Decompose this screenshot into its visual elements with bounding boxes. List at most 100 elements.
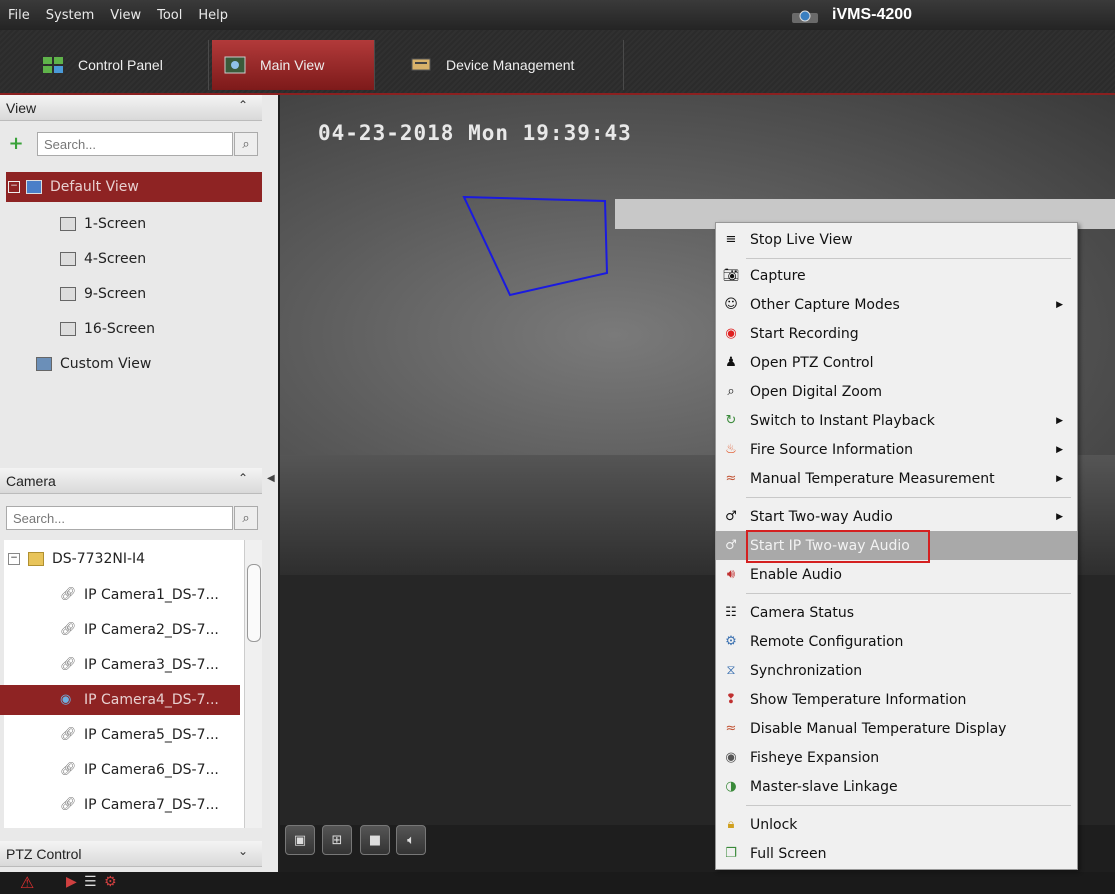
tree-item-label: 9-Screen xyxy=(84,286,147,302)
stop-all-icon[interactable]: ■ xyxy=(360,825,390,855)
menu-item-label: Enable Audio xyxy=(750,566,842,583)
log-icon[interactable]: ☰ xyxy=(84,874,97,890)
microphone-icon: ♂ xyxy=(725,509,737,524)
camera-online-icon: ◉ xyxy=(60,692,72,707)
view-grid-icon xyxy=(26,180,42,194)
playback-icon: ↻ xyxy=(725,413,737,428)
menu-separator xyxy=(746,805,1071,806)
menu-view[interactable]: View xyxy=(102,8,149,23)
tab-label: Main View xyxy=(260,57,325,73)
menu-item-disable-manual-temperature-display[interactable]: ≈ Disable Manual Temperature Display xyxy=(716,714,1077,743)
camera-item-2[interactable]: 🔗︎ IP Camera2_DS-7... xyxy=(60,615,240,645)
tree-item-default-view[interactable]: − Default View xyxy=(6,172,262,202)
menu-item-fisheye-expansion[interactable]: ◉ Fisheye Expansion xyxy=(716,743,1077,772)
camera-item-3[interactable]: 🔗︎ IP Camera3_DS-7... xyxy=(60,650,240,680)
camera-section-header[interactable]: Camera ⌃ xyxy=(0,468,262,494)
camera-offline-icon: 🔗︎ xyxy=(60,622,77,637)
event-icon[interactable]: ▶ xyxy=(66,874,77,890)
menu-item-remote-configuration[interactable]: ⚙ Remote Configuration xyxy=(716,627,1077,656)
camera-search-input[interactable]: Search... xyxy=(6,506,233,530)
menu-item-unlock[interactable]: 🔒︎ Unlock xyxy=(716,810,1077,839)
collapse-icon[interactable]: ⌃ xyxy=(238,98,248,112)
search-icon[interactable]: ⌕ xyxy=(234,506,258,530)
microphone-icon: ♂ xyxy=(725,538,737,553)
menu-item-switch-instant-playback[interactable]: ↻ Switch to Instant Playback ▶ xyxy=(716,406,1077,435)
menu-item-stop-live-view[interactable]: ≡ Stop Live View xyxy=(716,225,1077,254)
camera-tree-scrollbar[interactable] xyxy=(244,540,262,828)
menu-item-label: Start Recording xyxy=(750,325,859,342)
menu-item-fire-source-information[interactable]: ♨ Fire Source Information ▶ xyxy=(716,435,1077,464)
menu-item-synchronization[interactable]: ⧖ Synchronization xyxy=(716,656,1077,685)
fisheye-icon: ◉ xyxy=(725,750,737,765)
menu-item-capture[interactable]: 📷︎ Capture xyxy=(716,261,1077,290)
view-section-header[interactable]: View ⌃ xyxy=(0,95,262,121)
menu-item-label: Open Digital Zoom xyxy=(750,383,883,400)
settings-icon[interactable]: ⚙ xyxy=(104,874,117,890)
tree-item-4-screen[interactable]: 4-Screen xyxy=(60,244,260,274)
tree-item-device[interactable]: − DS-7732NI-I4 xyxy=(8,544,244,574)
ptz-section-header[interactable]: PTZ Control ⌄ xyxy=(0,841,262,867)
menu-item-open-ptz-control[interactable]: ♟ Open PTZ Control xyxy=(716,348,1077,377)
menu-item-label: Fisheye Expansion xyxy=(750,749,880,766)
camera-offline-icon: 🔗︎ xyxy=(60,587,77,602)
menu-item-master-slave-linkage[interactable]: ◑ Master-slave Linkage xyxy=(716,772,1077,801)
submenu-arrow-icon: ▶ xyxy=(1056,415,1063,426)
tree-item-9-screen[interactable]: 9-Screen xyxy=(60,279,260,309)
temperature-chart-icon: ≈ xyxy=(725,721,737,736)
camera-item-1[interactable]: 🔗︎ IP Camera1_DS-7... xyxy=(60,580,240,610)
mute-icon[interactable]: 🔈︎ xyxy=(396,825,426,855)
temperature-chart-icon: ≈ xyxy=(725,471,737,486)
tab-control-panel[interactable]: Control Panel xyxy=(30,40,209,90)
tree-item-1-screen[interactable]: 1-Screen xyxy=(60,209,260,239)
tab-main-view[interactable]: Main View xyxy=(212,40,375,90)
expand-icon[interactable]: ⌄ xyxy=(238,844,248,858)
collapse-icon[interactable]: ⌃ xyxy=(238,471,248,485)
collapse-toggle-icon[interactable]: − xyxy=(8,553,20,565)
add-view-icon[interactable]: + xyxy=(6,133,26,154)
tree-item-label: 4-Screen xyxy=(84,251,147,267)
alarm-icon[interactable]: ⚠ xyxy=(20,873,34,892)
tree-item-custom-view[interactable]: Custom View xyxy=(36,349,256,379)
camera-item-6[interactable]: 🔗︎ IP Camera6_DS-7... xyxy=(60,755,240,785)
custom-view-icon xyxy=(36,357,52,371)
camera-item-7[interactable]: 🔗︎ IP Camera7_DS-7... xyxy=(60,790,240,820)
menu-item-open-digital-zoom[interactable]: ⌕ Open Digital Zoom xyxy=(716,377,1077,406)
menu-item-start-ip-two-way-audio[interactable]: ♂ Start IP Two-way Audio xyxy=(716,531,1077,560)
camera-item-4[interactable]: ◉ IP Camera4_DS-7... xyxy=(0,685,240,715)
record-icon: ◉ xyxy=(725,326,737,341)
tree-item-16-screen[interactable]: 16-Screen xyxy=(60,314,260,344)
left-panel: View ⌃ + Search... ⌕ − Default View 1-Sc… xyxy=(0,95,278,894)
camera-label: IP Camera7_DS-7... xyxy=(84,797,219,813)
search-icon[interactable]: ⌕ xyxy=(234,132,258,156)
menu-item-start-two-way-audio[interactable]: ♂ Start Two-way Audio ▶ xyxy=(716,502,1077,531)
menu-item-start-recording[interactable]: ◉ Start Recording xyxy=(716,319,1077,348)
submenu-arrow-icon: ▶ xyxy=(1056,473,1063,484)
camera-label: IP Camera2_DS-7... xyxy=(84,622,219,638)
submenu-arrow-icon: ▶ xyxy=(1056,511,1063,522)
menu-item-label: Master-slave Linkage xyxy=(750,778,898,795)
menu-tool[interactable]: Tool xyxy=(149,8,190,23)
control-panel-icon xyxy=(43,57,63,73)
menu-system[interactable]: System xyxy=(38,8,102,23)
speaker-icon: 🔊︎ xyxy=(726,567,736,582)
menu-item-show-temperature-information[interactable]: ❢ Show Temperature Information xyxy=(716,685,1077,714)
tab-device-management[interactable]: Device Management xyxy=(398,40,624,90)
menu-help[interactable]: Help xyxy=(190,8,236,23)
menu-separator xyxy=(746,258,1071,259)
menu-file[interactable]: File xyxy=(0,8,38,23)
menu-item-enable-audio[interactable]: 🔊︎ Enable Audio xyxy=(716,560,1077,589)
save-view-icon[interactable]: ▣ xyxy=(285,825,315,855)
menu-item-full-screen[interactable]: ❐ Full Screen xyxy=(716,839,1077,868)
view-search-input[interactable]: Search... xyxy=(37,132,233,156)
menu-item-manual-temperature-measurement[interactable]: ≈ Manual Temperature Measurement ▶ xyxy=(716,464,1077,493)
tab-bar: Control Panel Main View Device Managemen… xyxy=(0,30,1115,95)
camera-item-5[interactable]: 🔗︎ IP Camera5_DS-7... xyxy=(60,720,240,750)
scrollbar-thumb[interactable] xyxy=(247,564,261,642)
window-layout-icon[interactable]: ⊞ xyxy=(322,825,352,855)
menu-item-camera-status[interactable]: ☷ Camera Status xyxy=(716,598,1077,627)
collapse-toggle-icon[interactable]: − xyxy=(8,181,20,193)
panel-collapse-arrow-icon[interactable]: ◀ xyxy=(267,473,275,484)
sync-icon: ⧖ xyxy=(726,663,736,678)
menu-item-other-capture-modes[interactable]: ☺ Other Capture Modes ▶ xyxy=(716,290,1077,319)
menu-item-label: Disable Manual Temperature Display xyxy=(750,720,1007,737)
